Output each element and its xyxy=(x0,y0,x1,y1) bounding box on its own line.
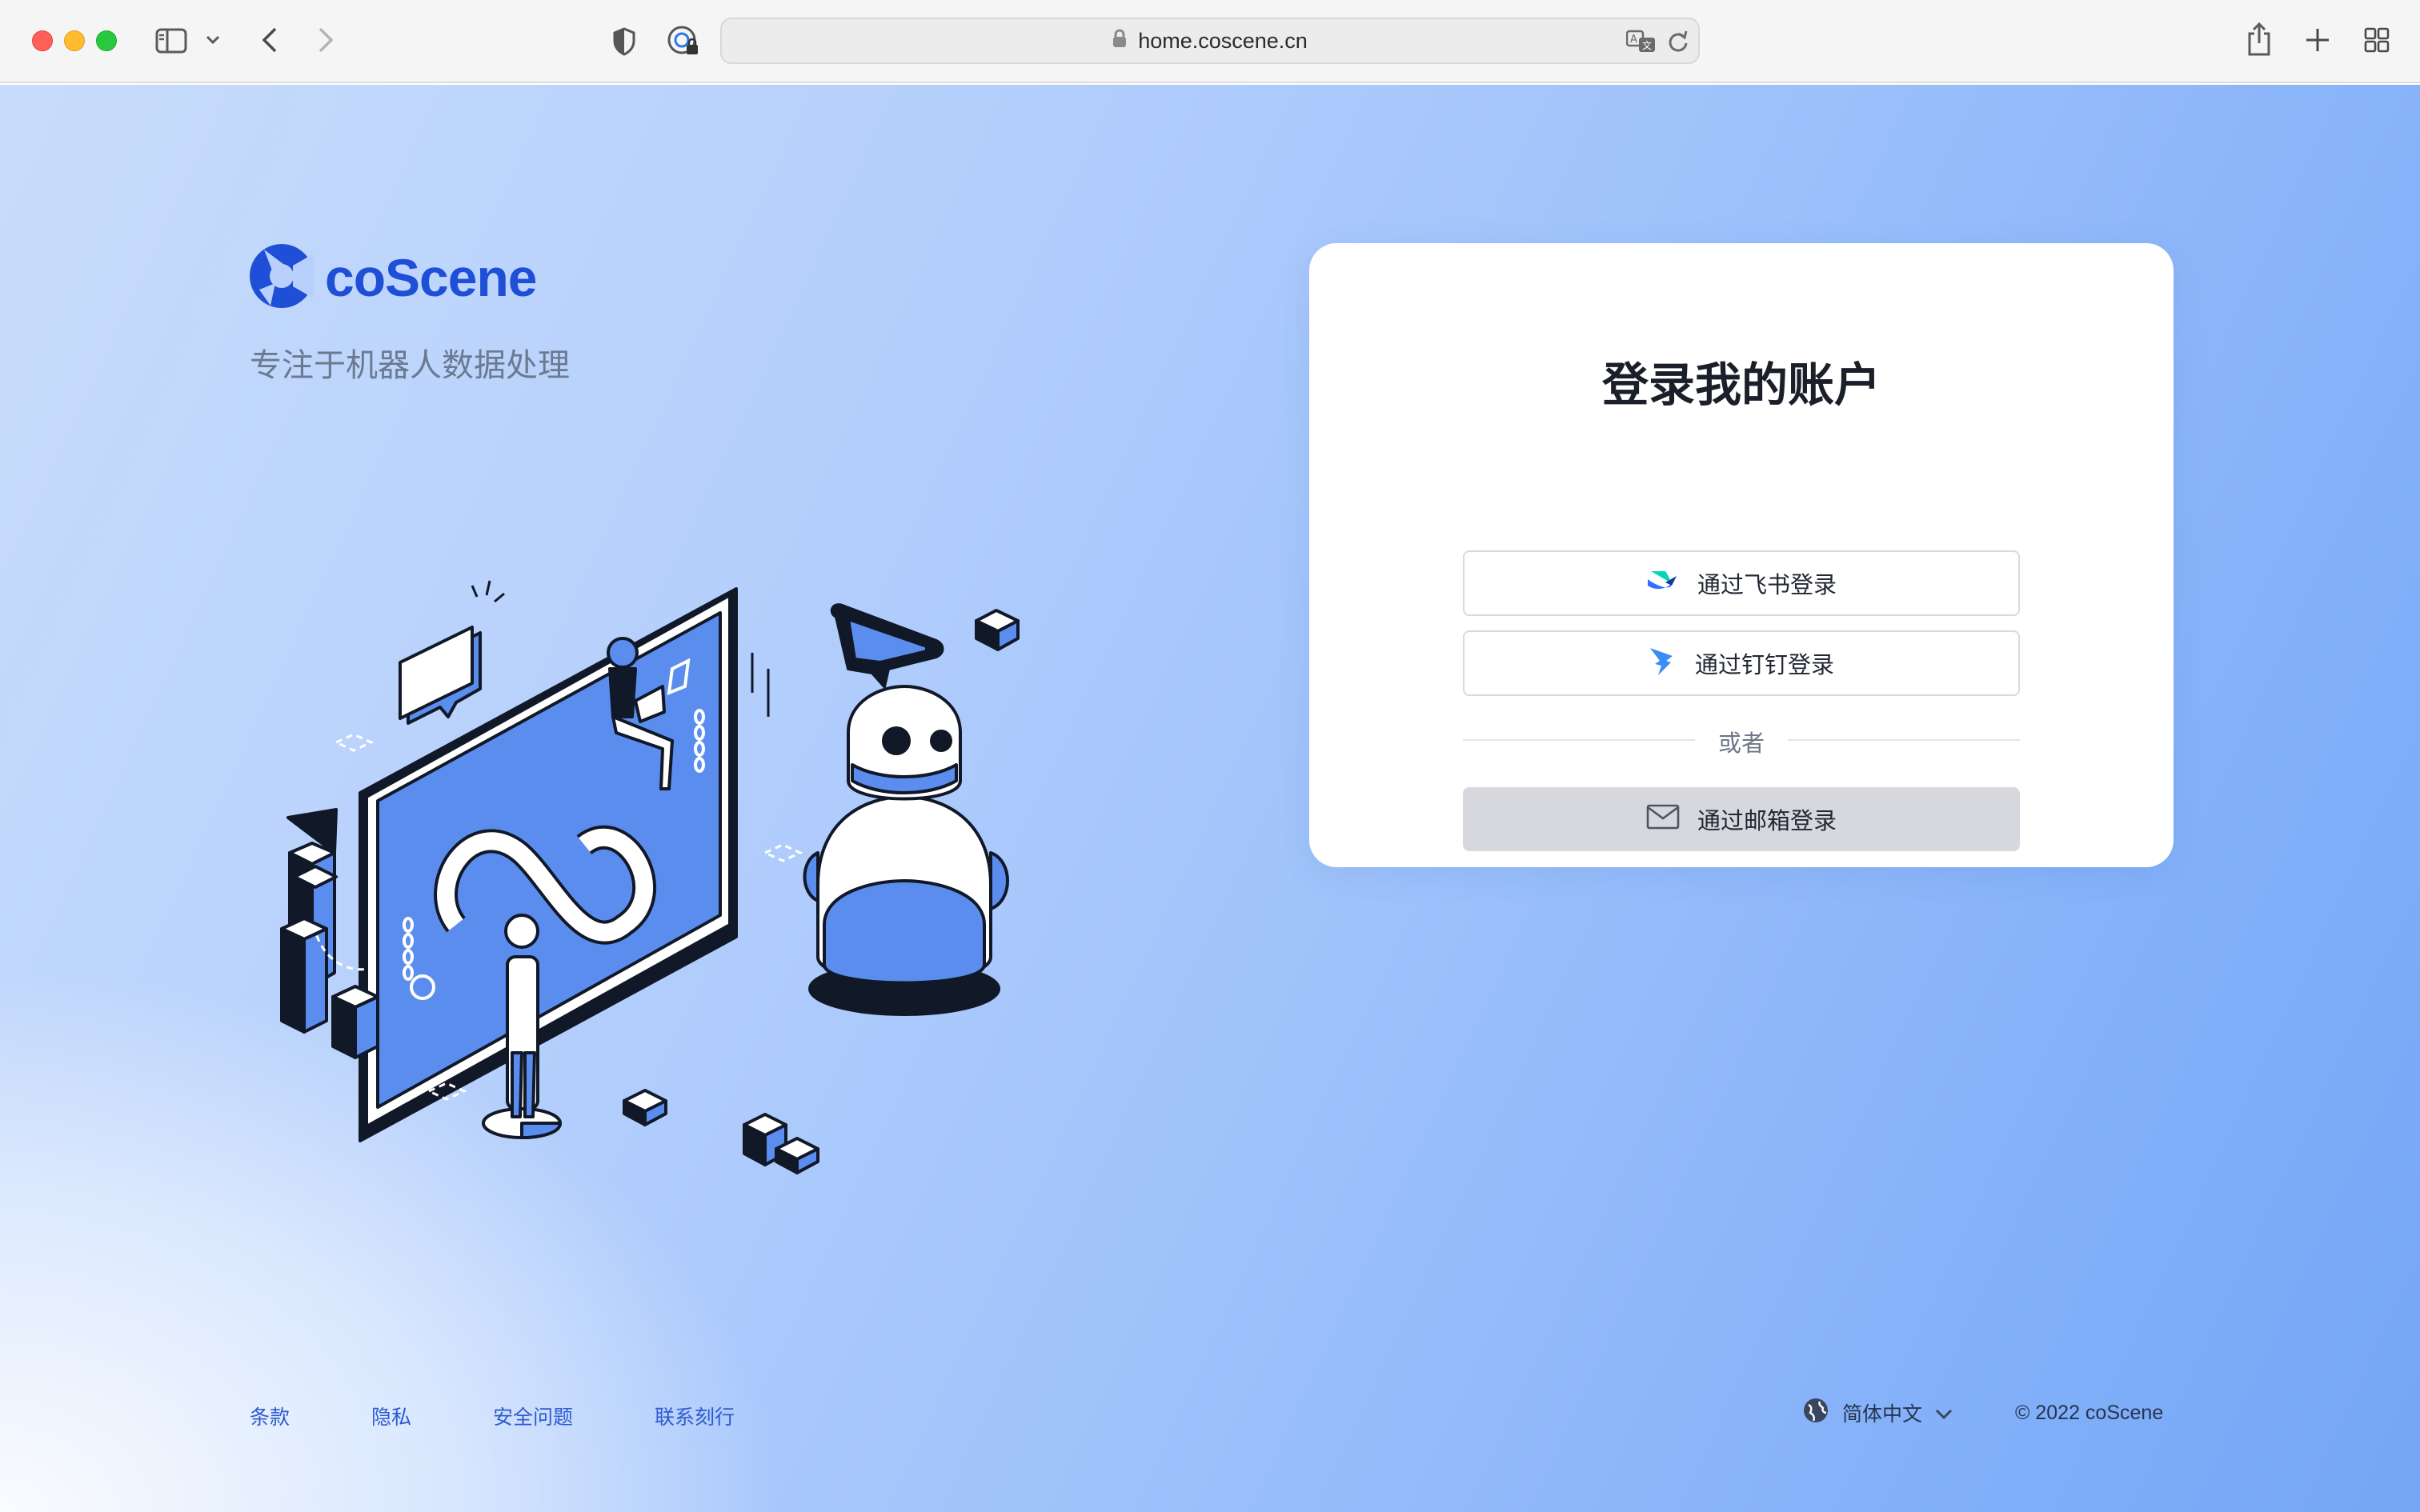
brand[interactable]: coScene xyxy=(248,242,537,314)
login-card: 登录我的账户 通过飞书登录 通过钉钉登录 或者 通过邮箱登录 xyxy=(1309,243,2174,867)
translate-icon[interactable]: A文 xyxy=(1626,29,1657,54)
login-title: 登录我的账户 xyxy=(1601,358,1881,412)
brand-name: coScene xyxy=(325,248,537,307)
sidebar-icon[interactable] xyxy=(154,26,189,56)
or-divider: 或者 xyxy=(1463,723,2020,757)
window-minimize-button[interactable] xyxy=(64,30,85,51)
feishu-login-label: 通过飞书登录 xyxy=(1697,571,1837,598)
email-login-button[interactable]: 通过邮箱登录 xyxy=(1463,787,2020,851)
svg-text:A: A xyxy=(1630,34,1637,46)
copyright-text: © 2022 coScene xyxy=(2015,1402,2164,1424)
footer-link-terms[interactable]: 条款 xyxy=(250,1402,371,1430)
login-page: coScene 专注于机器人数据处理 登录我的账户 通过飞书登录 通过钉钉登录 … xyxy=(0,85,2420,1512)
back-icon[interactable] xyxy=(256,24,283,56)
globe-icon xyxy=(1802,1397,1829,1429)
email-login-label: 通过邮箱登录 xyxy=(1697,807,1837,834)
feishu-login-button[interactable]: 通过飞书登录 xyxy=(1463,550,2020,616)
language-selector[interactable]: 简体中文 xyxy=(1802,1397,1953,1429)
footer-link-privacy[interactable]: 隐私 xyxy=(371,1402,493,1430)
language-label: 简体中文 xyxy=(1842,1402,1923,1426)
dingtalk-login-button[interactable]: 通过钉钉登录 xyxy=(1463,630,2020,696)
password-icon[interactable] xyxy=(666,24,701,59)
address-bar[interactable]: home.coscene.cn A文 xyxy=(720,18,1700,64)
shield-icon[interactable] xyxy=(610,26,639,58)
browser-toolbar: home.coscene.cn A文 xyxy=(0,0,2420,83)
share-icon[interactable] xyxy=(2244,21,2274,58)
chevron-down-icon xyxy=(1935,1402,1953,1425)
window-close-button[interactable] xyxy=(32,30,53,51)
dingtalk-login-label: 通过钉钉登录 xyxy=(1694,651,1834,678)
feishu-icon xyxy=(1646,568,1678,599)
coscene-logo-icon xyxy=(248,242,315,314)
footer-link-contact[interactable]: 联系刻行 xyxy=(655,1402,735,1430)
svg-text:文: 文 xyxy=(1642,39,1652,51)
window-maximize-button[interactable] xyxy=(96,30,117,51)
tabs-grid-icon[interactable] xyxy=(2362,26,2391,54)
robotics-illustration xyxy=(280,580,1020,1174)
chevron-down-icon[interactable] xyxy=(205,32,221,48)
brand-slogan: 专注于机器人数据处理 xyxy=(250,347,570,384)
divider-text: 或者 xyxy=(1717,730,1765,757)
footer-links: 条款 隐私 安全问题 联系刻行 xyxy=(250,1402,735,1430)
forward-icon[interactable] xyxy=(312,24,339,56)
reload-icon[interactable] xyxy=(1666,29,1690,54)
footer-link-security[interactable]: 安全问题 xyxy=(493,1402,655,1430)
dingtalk-icon xyxy=(1649,645,1676,682)
mail-icon xyxy=(1646,804,1680,835)
plus-icon[interactable] xyxy=(2303,26,2332,54)
lock-icon xyxy=(1112,29,1127,54)
url-text: home.coscene.cn xyxy=(1138,28,1308,53)
